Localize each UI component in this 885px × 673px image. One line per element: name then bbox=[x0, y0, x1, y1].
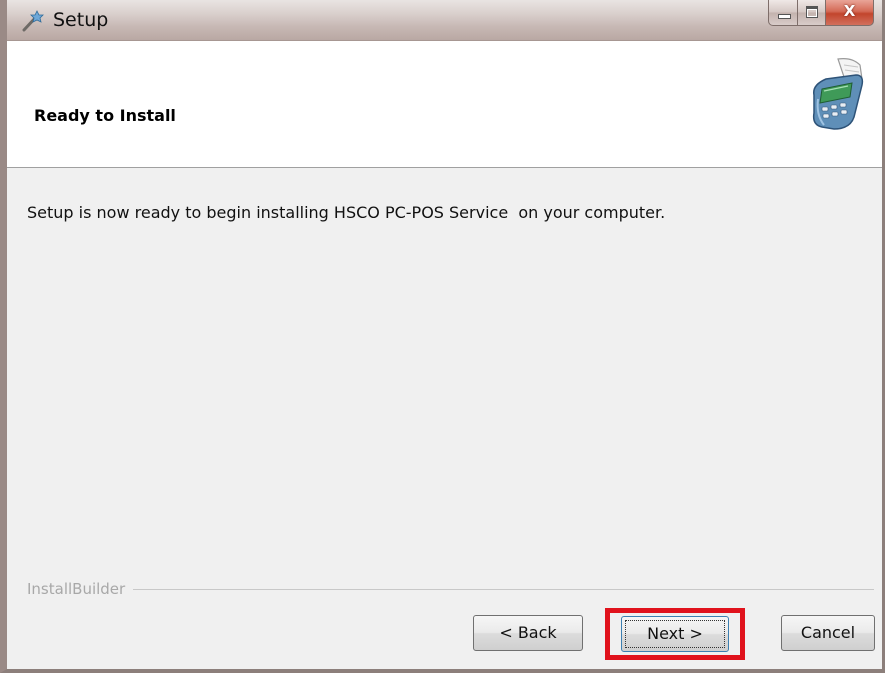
minimize-icon bbox=[778, 14, 791, 19]
title-bar[interactable]: Setup X bbox=[7, 0, 882, 41]
setup-wand-icon bbox=[21, 10, 45, 32]
separator-rule bbox=[27, 589, 874, 590]
next-button-highlight: Next > bbox=[605, 608, 745, 660]
close-icon: X bbox=[843, 2, 856, 20]
close-button[interactable]: X bbox=[826, 0, 874, 26]
maximize-icon bbox=[806, 6, 818, 18]
install-message: Setup is now ready to begin installing H… bbox=[27, 203, 666, 222]
minimize-button[interactable] bbox=[768, 0, 798, 26]
page-title: Ready to Install bbox=[34, 106, 176, 125]
back-button[interactable]: < Back bbox=[473, 615, 583, 651]
next-button-label: Next > bbox=[647, 624, 703, 643]
maximize-button[interactable] bbox=[798, 0, 826, 26]
setup-window: Setup X Ready to Install Setup is now re… bbox=[0, 0, 885, 673]
header-panel: Ready to Install bbox=[7, 41, 882, 168]
caption-buttons: X bbox=[768, 0, 874, 26]
installbuilder-separator: InstallBuilder bbox=[27, 580, 874, 598]
installbuilder-label: InstallBuilder bbox=[27, 580, 134, 598]
window-title: Setup bbox=[53, 9, 109, 31]
pos-terminal-icon bbox=[804, 55, 868, 133]
next-button[interactable]: Next > bbox=[621, 616, 729, 652]
cancel-button[interactable]: Cancel bbox=[781, 615, 875, 651]
